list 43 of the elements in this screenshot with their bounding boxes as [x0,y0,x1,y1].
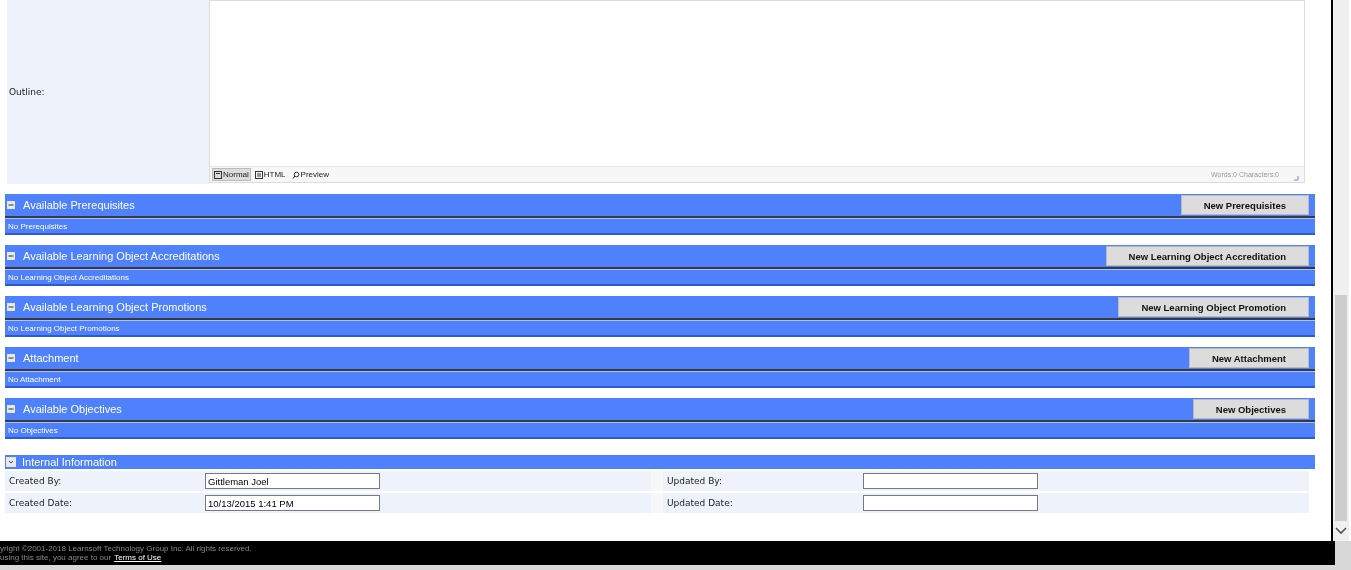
empty-message: No Attachment [5,371,1315,388]
code-icon [254,170,263,179]
terms-notice: using this site, you agree to our [0,553,112,562]
section-title: Available Learning Object Accreditations [23,250,220,262]
field-label: Updated Date: [666,498,734,508]
new-item-button[interactable]: New Attachment [1188,348,1309,368]
resize-grip-icon[interactable] [1293,174,1299,181]
minus-icon[interactable] [7,201,15,209]
editor-mode-tab[interactable]: HTML [252,168,288,181]
chevron-down-icon[interactable] [1335,527,1347,535]
input-field[interactable] [863,473,1038,489]
section-title: Available Prerequisites [23,199,135,211]
section-title: Available Learning Object Promotions [23,301,207,313]
editor-mode-tab[interactable]: Preview [289,168,331,181]
field-label: Created Date: [8,498,74,508]
empty-message: No Objectives [5,422,1315,439]
section-title: Available Objectives [23,403,122,415]
input-field[interactable]: Gittleman Joel [205,473,380,489]
input-field[interactable] [863,495,1038,511]
copyright-text: yright ©2001-2018 Learnsoft Technology Group Inc. All rights reserved. [0,544,253,553]
empty-message: No Prerequisites [5,218,1315,235]
minus-icon[interactable] [7,354,15,362]
section-title: Attachment [23,352,79,364]
new-item-button[interactable]: New Prerequisites [1180,195,1309,215]
chevron-down-icon[interactable] [6,457,16,467]
search-icon [291,170,300,179]
minus-icon[interactable] [7,405,15,413]
section-title: Internal Information [22,456,117,468]
empty-message: No Learning Object Promotions [5,320,1315,337]
document-icon [214,170,222,179]
editor-mode-tab[interactable]: Normal [212,168,251,181]
terms-link[interactable]: Terms of Use [114,553,162,562]
field-label: Updated By: [666,476,724,486]
scrollbar-thumb[interactable] [1335,295,1347,521]
field-label: Created By: [8,476,63,486]
new-item-button[interactable]: New Learning Object Promotion [1118,297,1309,317]
minus-icon[interactable] [7,303,15,311]
new-item-button[interactable]: New Objectives [1192,399,1309,419]
empty-message: No Learning Object Accreditations [5,269,1315,286]
minus-icon[interactable] [7,252,15,260]
new-item-button[interactable]: New Learning Object Accreditation [1105,246,1309,266]
input-field[interactable]: 10/13/2015 1:41 PM [205,495,380,511]
outline-label: Outline: [7,0,209,184]
